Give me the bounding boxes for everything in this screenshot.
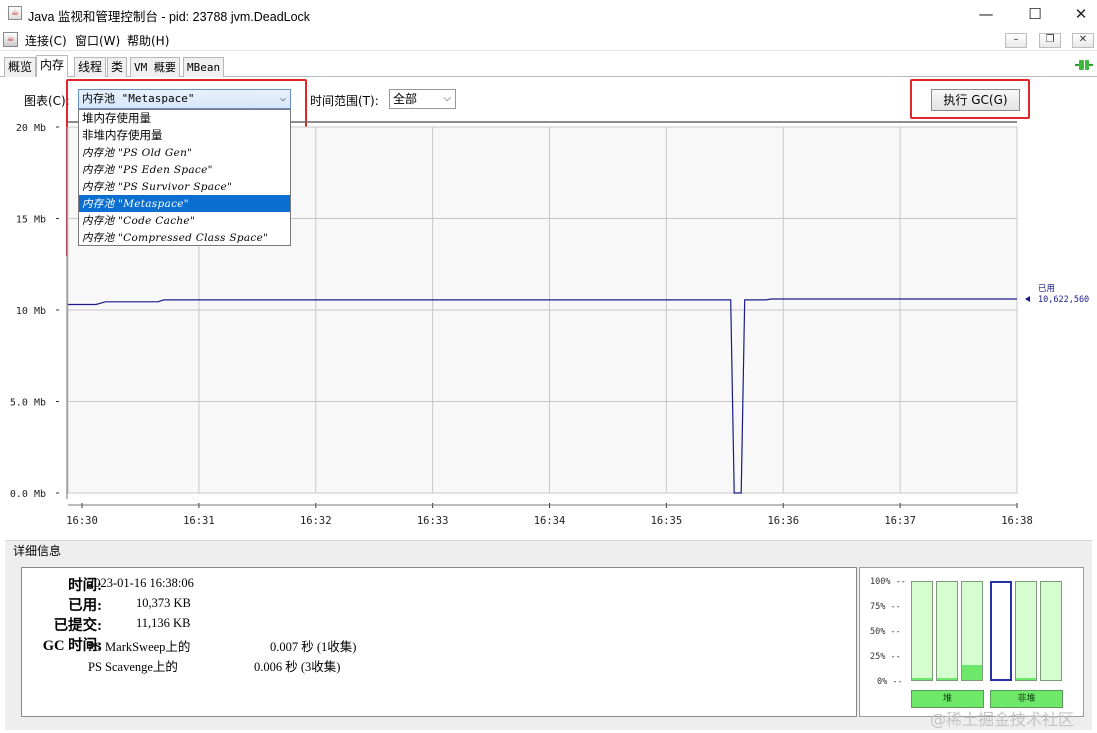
dropdown-option[interactable]: 堆内存使用量 [79, 110, 290, 127]
details-box: 时间: 2023-01-16 16:38:06 已用: 10,373 KB 已提… [21, 567, 857, 717]
dropdown-option[interactable]: 内存池 "Compressed Class Space" [79, 229, 290, 246]
memory-usage-fill [937, 678, 957, 680]
y-tick-label: 10 Mb [16, 306, 46, 317]
tab-mbean[interactable]: MBean [183, 57, 225, 77]
gc-row-value: 0.007 秒 (1收集) [270, 640, 357, 654]
time-range-label: 时间范围(T): [310, 94, 379, 108]
java-menu-icon[interactable]: ☕ [3, 32, 18, 47]
memory-usage-fill [1016, 678, 1036, 680]
details-title: 详细信息 [13, 544, 62, 558]
java-app-icon: ☕ [8, 6, 22, 20]
y-tick-label: 5.0 Mb [10, 398, 46, 409]
dropdown-option-selected[interactable]: 内存池 "Metaspace" [79, 195, 290, 212]
current-value-label: 10,622,560 [1038, 295, 1089, 305]
dropdown-option[interactable]: 内存池 "PS Old Gen" [79, 144, 290, 161]
close-button[interactable]: ✕ [1058, 0, 1097, 28]
committed-value: 11,136 KB [136, 616, 191, 630]
pct-label: 0% -- [877, 677, 903, 687]
gc-row-value: 0.006 秒 (3收集) [254, 660, 341, 674]
title-bar: ☕ Java 监视和管理控制台 - pid: 23788 jvm.DeadLoc… [0, 0, 1097, 28]
mdi-close-button[interactable]: ✕ [1072, 33, 1094, 48]
x-tick-label: 16:37 [884, 515, 916, 527]
y-tick-label: 0.0 Mb [10, 489, 46, 500]
mdi-restore-button[interactable]: ❐ [1039, 33, 1061, 48]
memory-usage-bar[interactable] [936, 581, 958, 681]
highlight-box-gc [910, 79, 1030, 119]
tab-strip: 概览 内存 线程 类 VM 概要 MBean [0, 55, 1097, 77]
dropdown-option-label: 内存池 "PS Survivor Space" [82, 181, 233, 193]
dropdown-option-label: 堆内存使用量 [82, 111, 151, 125]
memory-bars-box: 100% -- 75% -- 50% -- 25% -- 0% -- 堆 非堆 [859, 567, 1084, 717]
chevron-down-icon: ⌵ [443, 93, 451, 104]
pct-label: 25% -- [870, 652, 901, 662]
memory-usage-fill [912, 678, 932, 680]
dropdown-option[interactable]: 内存池 "PS Eden Space" [79, 161, 290, 178]
pct-label: 75% -- [870, 602, 901, 612]
memory-usage-bar[interactable] [1040, 581, 1062, 681]
chart-label: 图表(C): [24, 94, 70, 108]
memory-usage-bar[interactable] [911, 581, 933, 681]
connection-plug-icon [1075, 60, 1093, 70]
x-tick-label: 16:30 [66, 515, 98, 527]
menu-help[interactable]: 帮助(H) [127, 32, 169, 49]
dropdown-option-label: 内存池 "Compressed Class Space" [82, 232, 269, 244]
x-tick-label: 16:34 [534, 515, 566, 527]
gc-row-name: PS MarkSweep上的 [88, 640, 191, 654]
tab-vm-summary[interactable]: VM 概要 [130, 57, 180, 77]
memory-usage-bar[interactable] [990, 581, 1012, 681]
current-series-label: 已用 [1038, 284, 1055, 294]
y-tick-label: 15 Mb [16, 215, 46, 226]
time-range-value: 全部 [393, 92, 418, 106]
dropdown-option-label: 非堆内存使用量 [82, 128, 163, 142]
x-tick-label: 16:32 [300, 515, 332, 527]
y-tick-label: 20 Mb [16, 123, 46, 134]
used-value: 10,373 KB [136, 596, 191, 610]
maximize-button[interactable]: ☐ [1012, 0, 1058, 28]
menu-bar: ☕ 连接(C) 窗口(W) 帮助(H) – ❐ ✕ [0, 29, 1097, 51]
committed-key: 已提交: [53, 618, 102, 634]
dropdown-option[interactable]: 内存池 "Code Cache" [79, 212, 290, 229]
tab-overview[interactable]: 概览 [4, 57, 37, 77]
pct-label: 100% -- [870, 577, 906, 587]
menu-connect[interactable]: 连接(C) [25, 32, 67, 49]
time-range-select[interactable]: 全部 ⌵ [389, 89, 456, 109]
x-tick-label: 16:33 [417, 515, 449, 527]
memory-usage-fill [962, 665, 982, 680]
details-section: 详细信息 时间: 2023-01-16 16:38:06 已用: 10,373 … [5, 540, 1092, 730]
dropdown-option-label: 内存池 "PS Old Gen" [82, 147, 193, 159]
x-tick-label: 16:35 [651, 515, 683, 527]
dropdown-option[interactable]: 非堆内存使用量 [79, 127, 290, 144]
dropdown-option-label: 内存池 "PS Eden Space" [82, 164, 213, 176]
x-tick-label: 16:36 [767, 515, 799, 527]
memory-usage-bar[interactable] [961, 581, 983, 681]
window-title: Java 监视和管理控制台 - pid: 23788 jvm.DeadLock [28, 10, 311, 24]
tab-memory[interactable]: 内存 [36, 55, 69, 77]
watermark: @稀土掘金技术社区 [930, 710, 1075, 729]
x-tick-label: 16:38 [1001, 515, 1033, 527]
dropdown-option[interactable]: 内存池 "PS Survivor Space" [79, 178, 290, 195]
current-value-marker [1025, 296, 1030, 303]
gc-row-name: PS Scavenge上的 [88, 660, 178, 674]
time-value: 2023-01-16 16:38:06 [88, 576, 194, 590]
minimize-button[interactable]: — [963, 0, 1009, 28]
tab-classes[interactable]: 类 [107, 57, 128, 77]
dropdown-option-label: 内存池 "Code Cache" [82, 215, 196, 227]
used-key: 已用: [68, 598, 102, 614]
pct-label: 50% -- [870, 627, 901, 637]
mdi-minimize-button[interactable]: – [1005, 33, 1027, 48]
menu-window[interactable]: 窗口(W) [75, 32, 120, 49]
tab-vm-summary-label: VM 概要 [134, 61, 176, 74]
chart-dropdown-list: 堆内存使用量 非堆内存使用量 内存池 "PS Old Gen" 内存池 "PS … [78, 109, 291, 246]
tab-mbean-label: MBean [187, 61, 221, 74]
dropdown-option-label: 内存池 "Metaspace" [82, 198, 189, 210]
tab-threads[interactable]: 线程 [74, 57, 107, 77]
x-tick-label: 16:31 [183, 515, 215, 527]
memory-usage-bar[interactable] [1015, 581, 1037, 681]
